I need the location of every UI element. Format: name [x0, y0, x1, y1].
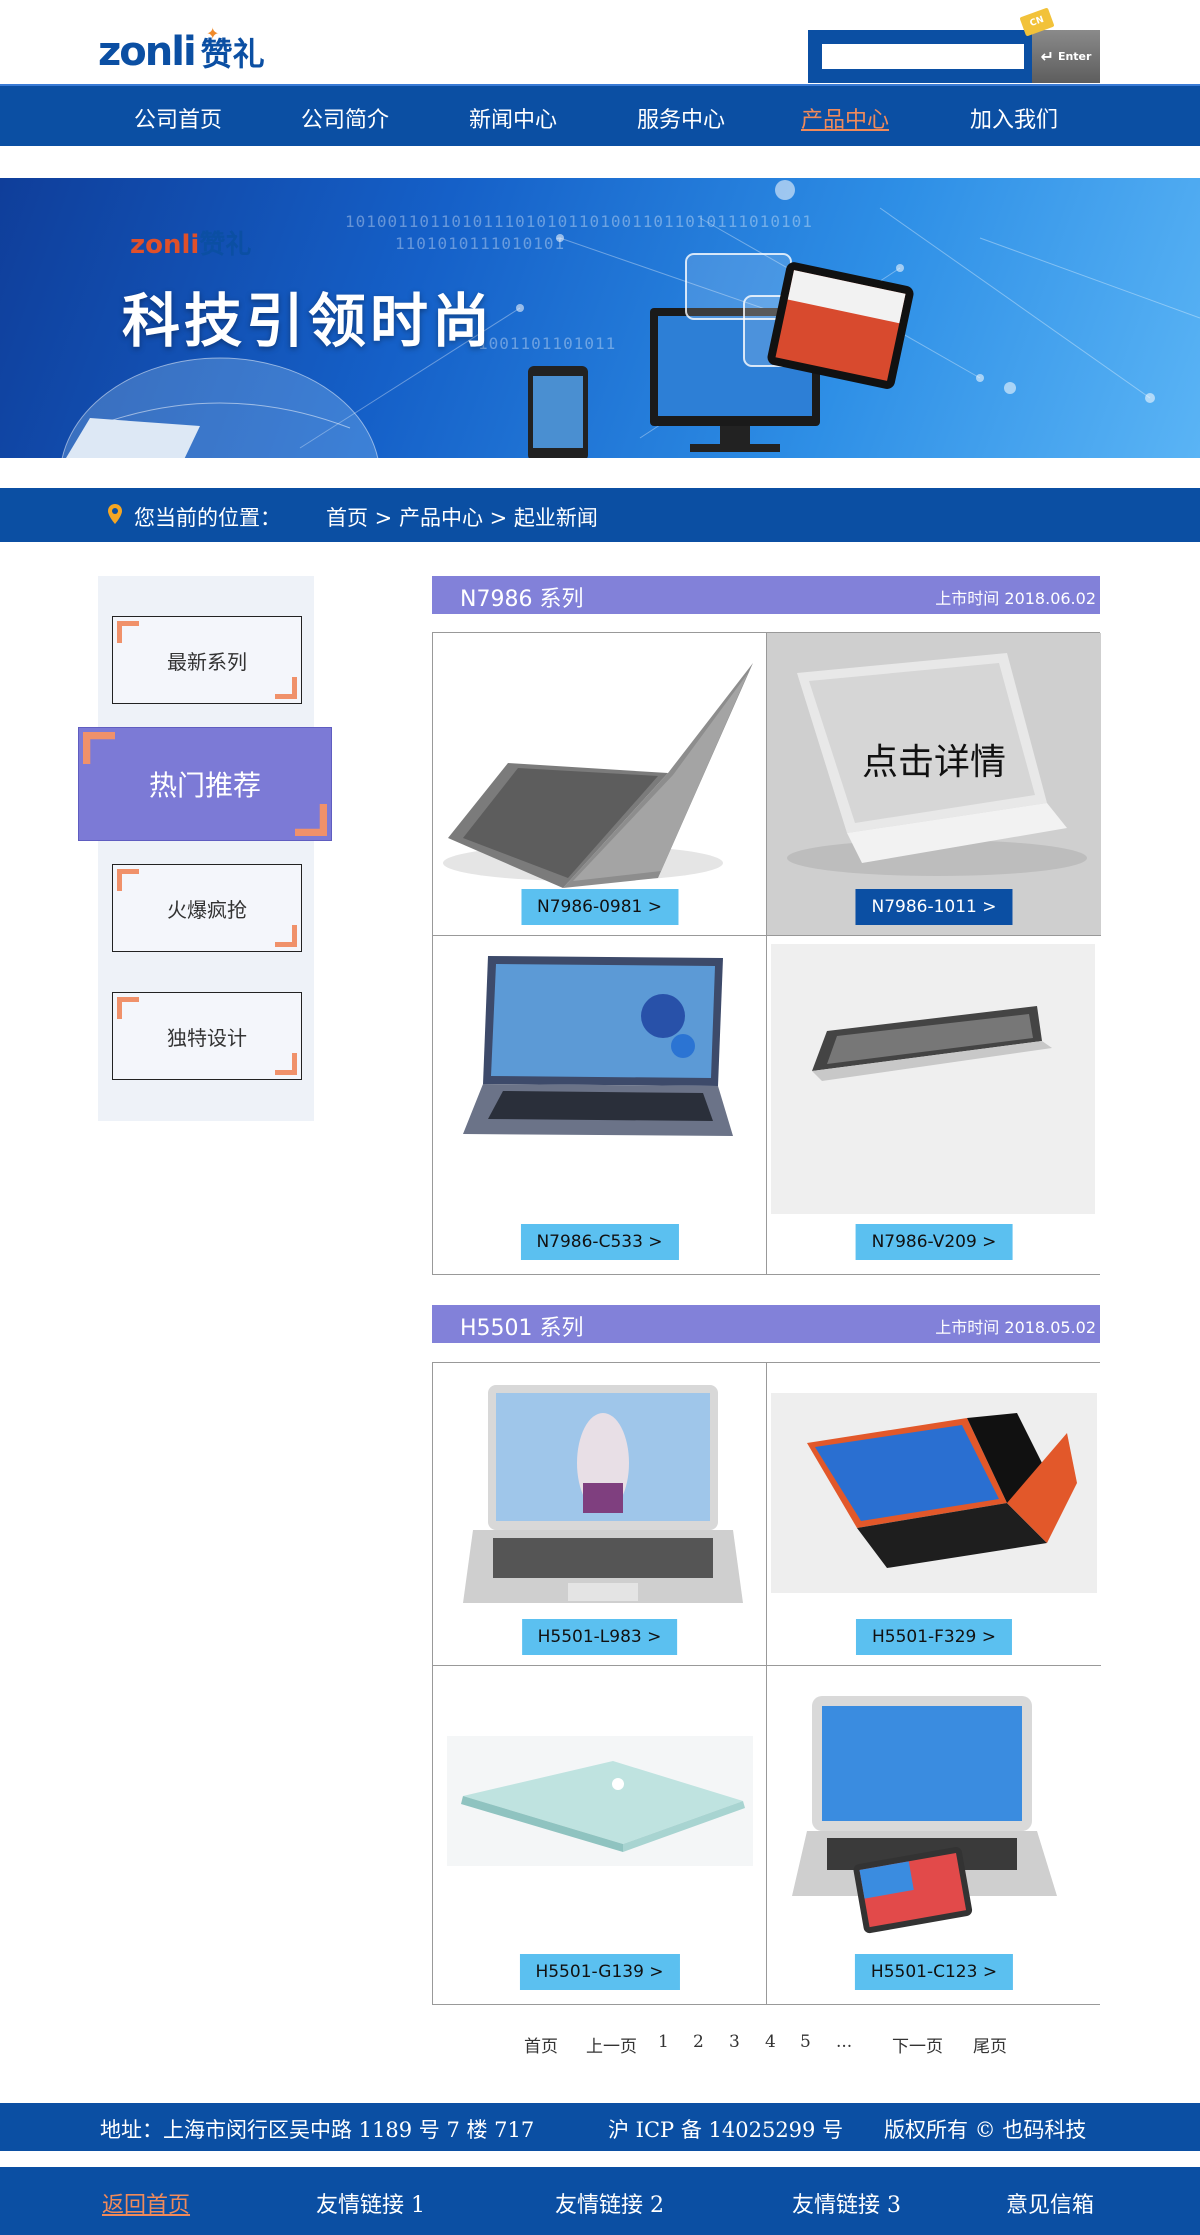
logo-latin: zonli	[98, 29, 197, 75]
hero-banner: 1010011011010111010101101001101101011101…	[0, 178, 1200, 458]
product-grid: H5501-L983 > H5501-F329 > H5501-G139 > H…	[432, 1362, 1101, 2005]
sidebar-item-flash-sale[interactable]: 火爆疯抢	[112, 864, 302, 952]
sidebar-item-label: 热门推荐	[148, 769, 261, 802]
product-card[interactable]: H5501-F329 >	[767, 1363, 1101, 1666]
sidebar-item-label: 火爆疯抢	[167, 897, 247, 922]
nav-item-home[interactable]: 公司首页	[134, 102, 222, 134]
nav-item-news[interactable]: 新闻中心	[469, 102, 557, 134]
product-label[interactable]: H5501-L983 >	[521, 1619, 678, 1655]
product-label[interactable]: N7986-C533 >	[520, 1224, 679, 1260]
logo-star-icon: ✦	[206, 24, 220, 43]
footer-link-feedback[interactable]: 意见信箱	[1006, 2187, 1094, 2219]
series-title[interactable]: N7986 系列	[460, 581, 583, 613]
footer-icp: 沪 ICP 备 14025299 号	[608, 2118, 844, 2142]
location-pin-icon	[108, 504, 122, 524]
search-box: ↵ Enter CN	[808, 7, 1100, 83]
footer-copyright: 版权所有 © 也码科技	[884, 2118, 1087, 2142]
search-input[interactable]	[822, 44, 1024, 69]
corner-br-icon	[275, 925, 297, 947]
product-label[interactable]: N7986-V209 >	[855, 1224, 1013, 1260]
series-header: N7986 系列 上市时间 2018.06.02	[432, 576, 1100, 614]
banner-binary-3: 1001101101011	[478, 334, 617, 353]
pager-page[interactable]: 4	[765, 2032, 776, 2052]
footer-info: 地址：上海市闵行区吴中路 1189 号 7 楼 717 沪 ICP 备 1402…	[0, 2103, 1200, 2151]
breadcrumb: 您当前的位置： 首页 > 产品中心 > 起业新闻	[0, 488, 1200, 542]
banner-slogan: 科技引领时尚	[122, 287, 495, 355]
product-grid: N7986-0981 > 点击详情 N7986-1011 > N7986-C53…	[432, 632, 1101, 1275]
enter-arrow-icon: ↵	[1040, 47, 1054, 66]
pager-first[interactable]: 首页	[524, 2032, 558, 2057]
pager-page[interactable]: 2	[693, 2032, 704, 2052]
laptop-image	[771, 944, 1095, 1214]
corner-br-icon	[295, 804, 327, 836]
series-release-date: 上市时间 2018.05.02	[935, 1318, 1096, 1337]
banner-logo-chinese: 赞礼	[199, 230, 252, 260]
sidebar-item-latest[interactable]: 最新系列	[112, 616, 302, 704]
breadcrumb-path[interactable]: 首页 > 产品中心 > 起业新闻	[326, 502, 598, 532]
footer-address: 地址：上海市闵行区吴中路 1189 号 7 楼 717	[100, 2118, 535, 2142]
footer-links: 返回首页 友情链接 1 友情链接 2 友情链接 3 意见信箱	[0, 2167, 1200, 2235]
site-logo[interactable]: zonli 赞礼 ✦	[98, 24, 265, 78]
footer-link-home[interactable]: 返回首页	[102, 2187, 190, 2219]
series-title[interactable]: H5501 系列	[460, 1310, 584, 1342]
sidebar-item-unique-design[interactable]: 独特设计	[112, 992, 302, 1080]
sidebar-item-label: 独特设计	[167, 1025, 247, 1050]
footer-link-friend-1[interactable]: 友情链接 1	[316, 2187, 425, 2219]
product-card[interactable]: H5501-G139 >	[433, 1666, 767, 2004]
product-label[interactable]: H5501-C123 >	[854, 1954, 1014, 1990]
laptop-image	[463, 956, 733, 1136]
footer-link-friend-3[interactable]: 友情链接 3	[792, 2187, 901, 2219]
category-sidebar: 最新系列 热门推荐 火爆疯抢 独特设计	[78, 576, 332, 1121]
pager-ellipsis: ...	[836, 2032, 853, 2052]
sidebar-item-hot[interactable]: 热门推荐	[78, 727, 332, 841]
laptop-image	[443, 663, 753, 888]
pager-next[interactable]: 下一页	[892, 2032, 943, 2057]
nav-item-about[interactable]: 公司简介	[301, 102, 389, 134]
footer-link-friend-2[interactable]: 友情链接 2	[555, 2187, 664, 2219]
banner-binary-2: 1101010111010101	[395, 234, 566, 253]
series-header: H5501 系列 上市时间 2018.05.02	[432, 1305, 1100, 1343]
product-label[interactable]: H5501-F329 >	[855, 1619, 1013, 1655]
search-enter-label: Enter	[1057, 50, 1092, 63]
corner-br-icon	[275, 677, 297, 699]
banner-logo: zonli赞礼	[130, 224, 251, 261]
product-card[interactable]: H5501-C123 >	[767, 1666, 1101, 2004]
product-card[interactable]: N7986-0981 >	[433, 633, 767, 936]
pager-page[interactable]: 1	[658, 2032, 669, 2052]
laptop-image	[792, 1696, 1057, 1934]
site-header: zonli 赞礼 ✦ ↵ Enter CN	[0, 0, 1200, 84]
sidebar-item-label: 最新系列	[167, 649, 247, 674]
pager-page[interactable]: 5	[800, 2032, 811, 2052]
laptop-image	[463, 1385, 743, 1603]
pager-page[interactable]: 3	[729, 2032, 740, 2052]
nav-item-products[interactable]: 产品中心	[801, 102, 889, 134]
product-card[interactable]: N7986-C533 >	[433, 936, 767, 1274]
laptop-image	[771, 1393, 1097, 1593]
corner-tl-icon	[117, 869, 139, 891]
series-release-date: 上市时间 2018.06.02	[935, 589, 1096, 608]
banner-logo-latin: zonli	[130, 230, 200, 260]
search-enter-button[interactable]: ↵ Enter	[1032, 30, 1100, 83]
laptop-image	[447, 1736, 753, 1866]
product-label[interactable]: N7986-0981 >	[520, 889, 679, 925]
corner-tl-icon	[117, 997, 139, 1019]
product-card[interactable]: 点击详情 N7986-1011 >	[767, 633, 1101, 936]
breadcrumb-label: 您当前的位置：	[134, 506, 281, 530]
product-card[interactable]: N7986-V209 >	[767, 936, 1101, 1274]
main-nav: 公司首页 公司简介 新闻中心 服务中心 产品中心 加入我们	[0, 84, 1200, 146]
pagination: 首页 上一页 1 2 3 4 5 ... 下一页 尾页	[0, 2032, 1200, 2062]
pager-last[interactable]: 尾页	[973, 2032, 1007, 2057]
detail-overlay[interactable]: 点击详情	[767, 733, 1101, 785]
product-card[interactable]: H5501-L983 >	[433, 1363, 767, 1666]
product-label[interactable]: H5501-G139 >	[519, 1954, 680, 1990]
corner-tl-icon	[117, 621, 139, 643]
corner-br-icon	[275, 1053, 297, 1075]
nav-item-join[interactable]: 加入我们	[970, 102, 1058, 134]
pager-prev[interactable]: 上一页	[586, 2032, 637, 2057]
nav-item-service[interactable]: 服务中心	[637, 102, 725, 134]
product-label[interactable]: N7986-1011 >	[855, 889, 1013, 925]
banner-binary-1: 1010011011010111010101101001101101011101…	[345, 212, 813, 231]
corner-tl-icon	[83, 732, 115, 764]
